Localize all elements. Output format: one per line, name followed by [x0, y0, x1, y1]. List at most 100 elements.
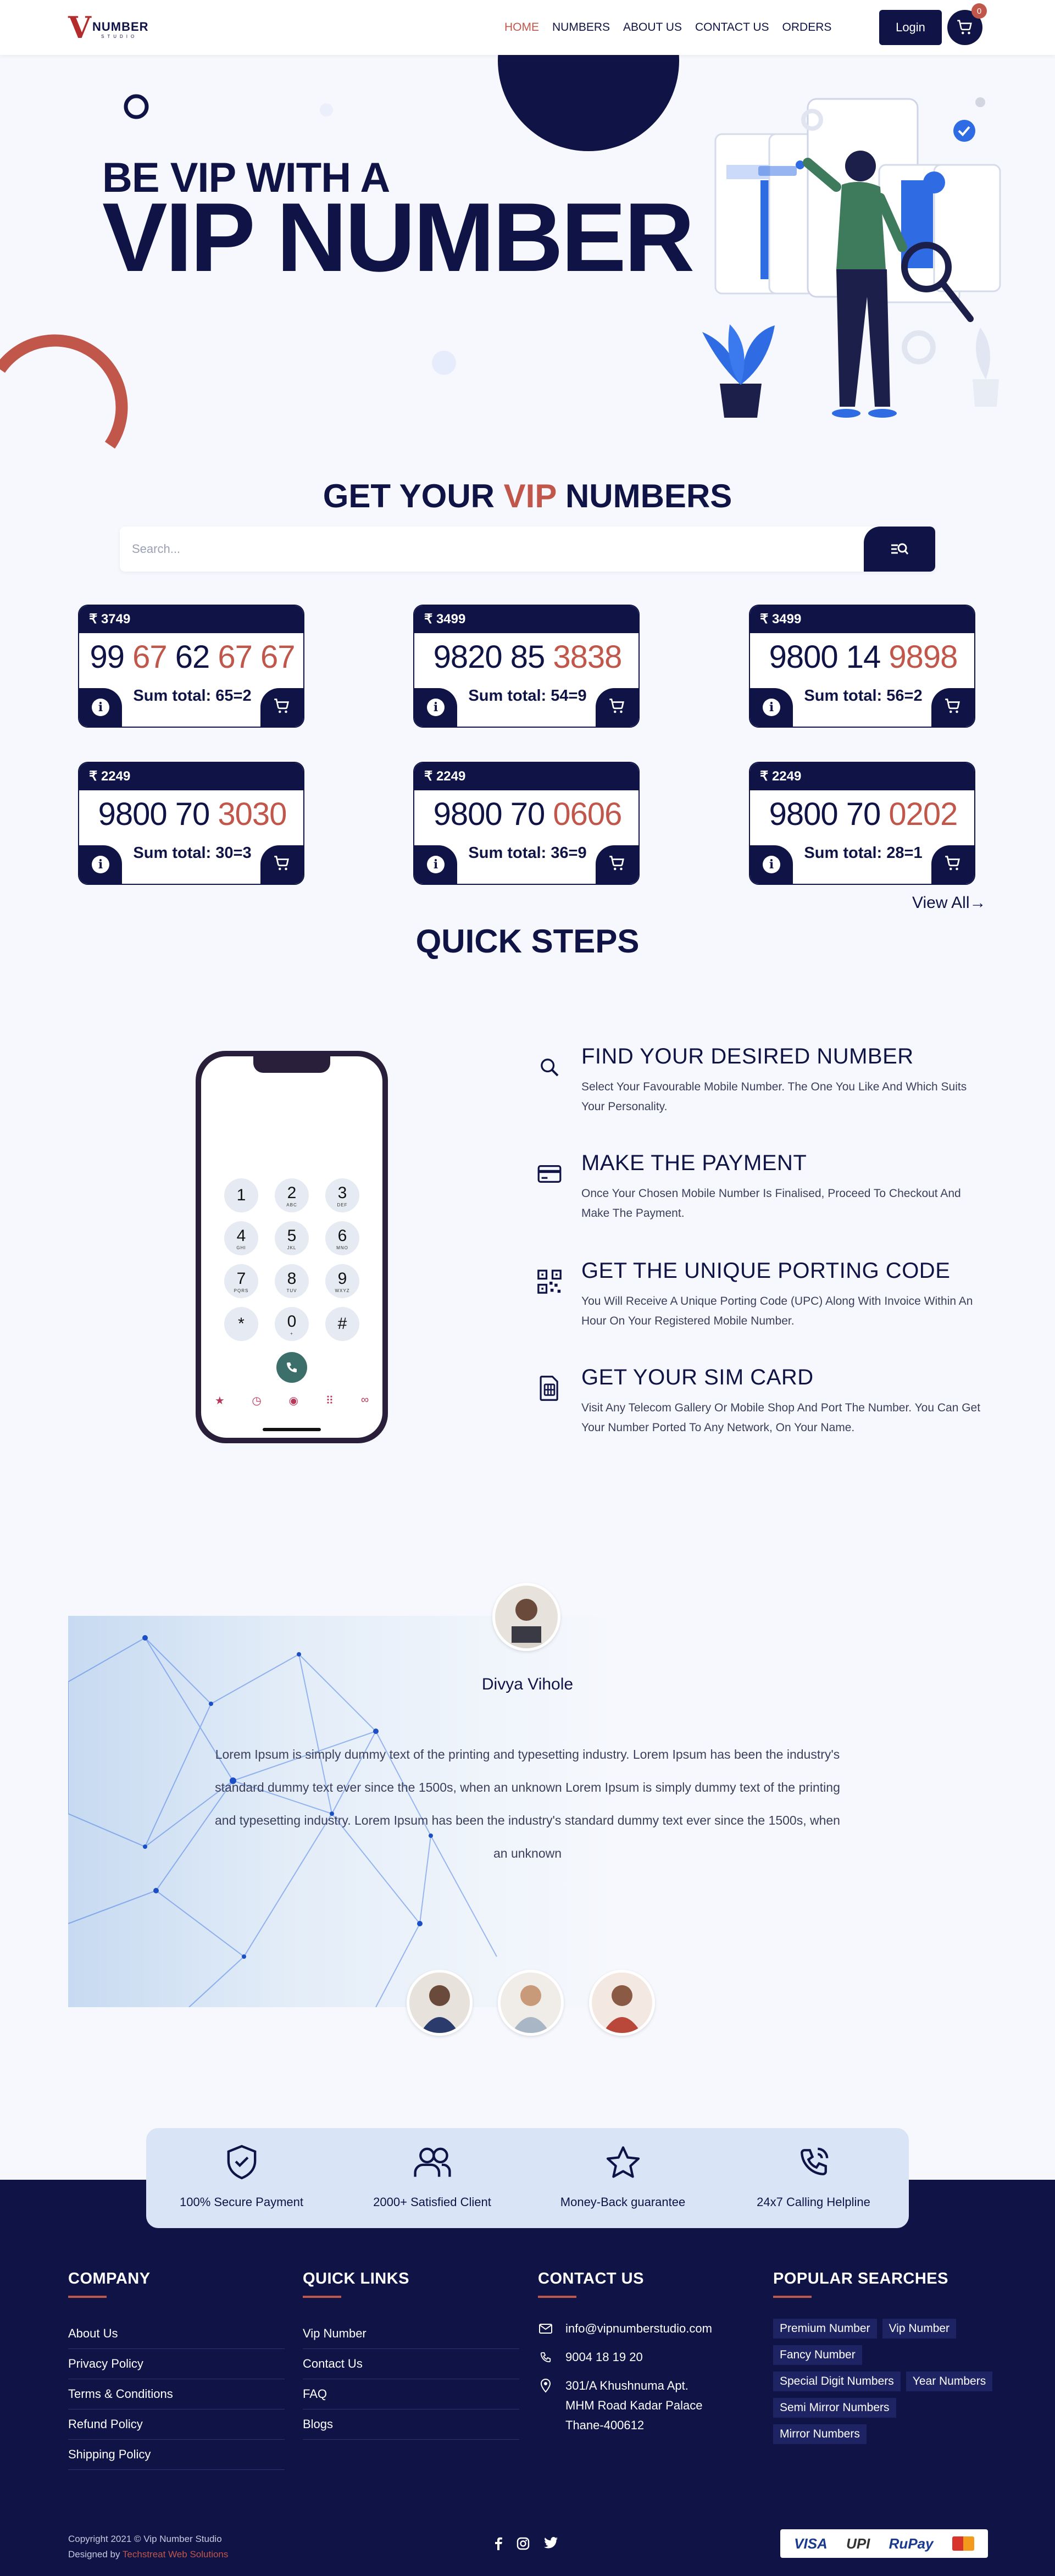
- mail-icon: [538, 2319, 553, 2339]
- feature-label: 2000+ Satisfied Client: [373, 2195, 491, 2209]
- card-add-to-cart-button[interactable]: [260, 845, 303, 884]
- popular-search-tag[interactable]: Premium Number: [773, 2319, 877, 2339]
- twitter-icon[interactable]: [544, 2537, 558, 2549]
- card-info-button[interactable]: i: [750, 845, 793, 884]
- key-letters: PQRS: [234, 1288, 249, 1293]
- number-card[interactable]: ₹ 3499 9800 14 9898 Sum total: 56=2 i: [749, 605, 975, 728]
- feature-label: 24x7 Calling Helpline: [757, 2195, 870, 2209]
- nav-link-contact-us[interactable]: CONTACT US: [695, 21, 769, 34]
- info-icon: i: [427, 856, 445, 873]
- keypad-key: 4 GHI: [224, 1221, 258, 1255]
- key-digit: 2: [287, 1183, 297, 1202]
- star-icon: [604, 2143, 642, 2181]
- instagram-icon[interactable]: [517, 2537, 530, 2550]
- nav-link-home[interactable]: HOME: [504, 21, 539, 34]
- copyright-text: Copyright 2021 © Vip Number Studio: [68, 2534, 222, 2544]
- number-card[interactable]: ₹ 3749 99 67 62 67 67 Sum total: 65=2 i: [78, 605, 304, 728]
- view-all-link[interactable]: View All→: [912, 894, 986, 912]
- contact-email[interactable]: info@vipnumberstudio.com: [538, 2319, 712, 2339]
- login-button[interactable]: Login: [879, 10, 942, 45]
- site-logo[interactable]: V NUMBER STUDIO: [68, 12, 156, 43]
- info-icon: i: [427, 699, 445, 716]
- card-info-button[interactable]: i: [414, 688, 457, 727]
- logo-mark: V: [68, 10, 91, 45]
- footer-company-title: COMPANY: [68, 2270, 151, 2287]
- testimonial-avatar-2[interactable]: [498, 1970, 564, 2036]
- number-card[interactable]: ₹ 2249 9800 70 0606 Sum total: 36=9 i: [413, 762, 640, 885]
- number-highlight: 67: [132, 639, 168, 675]
- feature-item: 24x7 Calling Helpline: [718, 2128, 909, 2228]
- card-info-button[interactable]: i: [750, 688, 793, 727]
- footer-company-link[interactable]: Refund Policy: [68, 2409, 285, 2440]
- copyright: Copyright 2021 © Vip Number Studio Desig…: [68, 2531, 228, 2562]
- phone-screen: 1 2 ABC 3 DEF 4 GHI 5 JKL 6 MNO 7 PQRS 8 TUV 9 WXYZ * 0 + # …: [201, 1056, 382, 1438]
- number-card[interactable]: ₹ 2249 9800 70 3030 Sum total: 30=3 i: [78, 762, 304, 885]
- keypad-key: *: [224, 1307, 258, 1341]
- card-add-to-cart-button[interactable]: [596, 845, 638, 884]
- footer-company-link[interactable]: Privacy Policy: [68, 2349, 285, 2379]
- popular-search-tag[interactable]: Year Numbers: [906, 2372, 993, 2391]
- footer-company-link[interactable]: Terms & Conditions: [68, 2379, 285, 2409]
- card-info-button[interactable]: i: [414, 845, 457, 884]
- shield-check-icon: [223, 2143, 260, 2181]
- search-input[interactable]: [132, 539, 846, 559]
- phone-call-icon: [795, 2143, 832, 2181]
- footer-quick-link[interactable]: FAQ: [303, 2379, 519, 2409]
- designer-link[interactable]: Techstreat Web Solutions: [123, 2549, 228, 2560]
- card-add-to-cart-button[interactable]: [596, 688, 638, 727]
- designed-by: Designed by Techstreat Web Solutions: [68, 2549, 229, 2560]
- popular-search-tag[interactable]: Mirror Numbers: [773, 2424, 867, 2444]
- nav-link-orders[interactable]: ORDERS: [782, 21, 832, 34]
- key-digit: 4: [236, 1226, 246, 1245]
- address-line: MHM Road Kadar Palace: [565, 2398, 703, 2412]
- hero-ring-decor: [124, 94, 149, 119]
- nav-link-about-us[interactable]: ABOUT US: [623, 21, 682, 34]
- contacts-icon: ◉: [288, 1395, 298, 1407]
- phone-tabbar: ★ ◷ ◉ ⠿ ∞: [201, 1394, 382, 1408]
- footer-quick-link[interactable]: Vip Number: [303, 2319, 519, 2349]
- card-add-to-cart-button[interactable]: [931, 688, 974, 727]
- popular-search-tag[interactable]: Special Digit Numbers: [773, 2372, 901, 2391]
- address-line: 301/A Khushnuma Apt.: [565, 2379, 688, 2392]
- numbers-section-title: GET YOUR VIP NUMBERS: [323, 478, 732, 514]
- footer-company-link[interactable]: About Us: [68, 2319, 285, 2349]
- call-button: [276, 1352, 307, 1383]
- number-card[interactable]: ₹ 3499 9820 85 3838 Sum total: 54=9 i: [413, 605, 640, 728]
- popular-search-tag[interactable]: Vip Number: [882, 2319, 957, 2339]
- card-price: ₹ 3499: [750, 606, 974, 633]
- number-part: 9800 14: [769, 639, 889, 675]
- footer-company-col: COMPANY About Us Privacy Policy Terms & Co…: [68, 2270, 285, 2470]
- main-menu: HOME NUMBERS ABOUT US CONTACT US ORDERS: [504, 21, 831, 34]
- number-part: 99: [90, 639, 133, 675]
- key-letters: DEF: [337, 1202, 348, 1207]
- contact-phone[interactable]: 9004 18 19 20: [538, 2347, 712, 2367]
- number-card[interactable]: ₹ 2249 9800 70 0202 Sum total: 28=1 i: [749, 762, 975, 885]
- dial-keypad: 1 2 ABC 3 DEF 4 GHI 5 JKL 6 MNO 7 PQRS 8 TUV 9 WXYZ * 0 + #: [224, 1178, 359, 1341]
- hero-headline: VIP NUMBER: [102, 182, 695, 292]
- card-info-button[interactable]: i: [79, 688, 122, 727]
- testimonial-avatar-3[interactable]: [589, 1970, 655, 2036]
- key-letters: JKL: [287, 1245, 297, 1250]
- home-indicator: [263, 1428, 321, 1431]
- nav-link-numbers[interactable]: NUMBERS: [552, 21, 610, 34]
- phone-mockup: 1 2 ABC 3 DEF 4 GHI 5 JKL 6 MNO 7 PQRS 8 TUV 9 WXYZ * 0 + # …: [196, 1051, 388, 1443]
- card-add-to-cart-button[interactable]: [931, 845, 974, 884]
- keypad-key: #: [325, 1307, 359, 1341]
- facebook-icon[interactable]: [495, 2537, 502, 2550]
- popular-search-tag[interactable]: Fancy Number: [773, 2345, 862, 2365]
- popular-search-tag[interactable]: Semi Mirror Numbers: [773, 2398, 896, 2418]
- search-button[interactable]: [864, 527, 935, 572]
- recents-icon: ◷: [252, 1395, 262, 1407]
- card-price: ₹ 2249: [79, 763, 303, 790]
- card-add-to-cart-button[interactable]: [260, 688, 303, 727]
- search-bar: [120, 527, 935, 572]
- card-info-button[interactable]: i: [79, 845, 122, 884]
- footer-quick-link[interactable]: Blogs: [303, 2409, 519, 2440]
- footer-company-link[interactable]: Shipping Policy: [68, 2440, 285, 2470]
- steps-section-title: QUICK STEPS: [415, 923, 640, 960]
- testimonial-avatar-1[interactable]: [407, 1970, 473, 2036]
- info-icon: i: [92, 699, 109, 716]
- footer-quick-link[interactable]: Contact Us: [303, 2349, 519, 2379]
- top-navbar: V NUMBER STUDIO HOME NUMBERS ABOUT US CONTA…: [0, 0, 1055, 55]
- card-number: 99 67 62 67 67: [79, 639, 303, 675]
